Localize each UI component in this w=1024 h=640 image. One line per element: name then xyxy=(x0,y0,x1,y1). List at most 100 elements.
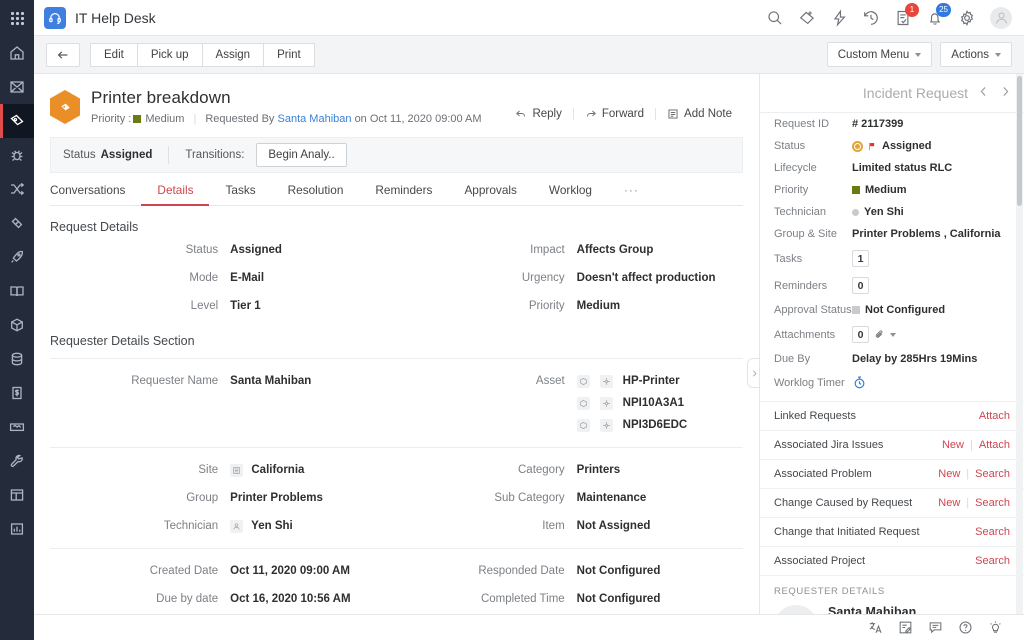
field-value: Santa Mahiban xyxy=(230,373,311,389)
link-actions: New | Attach xyxy=(942,439,1010,451)
sidebar-item-contracts[interactable] xyxy=(0,410,34,444)
print-button[interactable]: Print xyxy=(264,43,315,67)
panel-collapse-handle[interactable] xyxy=(747,358,760,388)
reply-button[interactable]: Reply xyxy=(504,108,572,120)
aside-scrollbar[interactable] xyxy=(1016,74,1023,640)
sidebar-item-reports[interactable] xyxy=(0,512,34,546)
history-icon[interactable] xyxy=(862,9,880,27)
field-value: Maintenance xyxy=(577,490,647,506)
chat-icon[interactable] xyxy=(920,615,950,640)
diamond-plus-icon[interactable] xyxy=(798,9,816,27)
aside-link-associated-project: Associated Project Search xyxy=(760,546,1024,575)
box-icon xyxy=(577,419,590,432)
aside-field-status: Status Assigned xyxy=(760,135,1024,157)
field-status: Status Assigned xyxy=(50,236,397,264)
tasks-count[interactable]: 1 xyxy=(852,250,869,267)
chevron-right-icon xyxy=(999,85,1012,98)
search-link[interactable]: Search xyxy=(975,497,1010,509)
search-link[interactable]: Search xyxy=(975,555,1010,567)
sidebar-item-problems[interactable] xyxy=(0,138,34,172)
tab-more-overflow[interactable]: ··· xyxy=(608,174,655,206)
ticket-icon xyxy=(9,113,25,129)
asset-item[interactable]: NPI10A3A1 xyxy=(577,395,688,411)
chevron-down-icon[interactable] xyxy=(890,333,896,337)
notification-bell-icon[interactable]: 25 xyxy=(926,9,944,27)
new-link[interactable]: New xyxy=(938,468,960,480)
back-button[interactable] xyxy=(46,43,80,67)
edit-button[interactable]: Edit xyxy=(90,43,138,67)
book-icon xyxy=(9,283,25,299)
search-icon[interactable] xyxy=(766,9,784,27)
toolbar-right-group: Custom Menu Actions xyxy=(827,42,1012,67)
tab-worklog[interactable]: Worklog xyxy=(533,174,608,206)
search-link[interactable]: Search xyxy=(975,526,1010,538)
field-label: Completed Time xyxy=(397,591,577,607)
sidebar-item-changes[interactable] xyxy=(0,172,34,206)
requester-right-3: Responded Date Not Configured Completed … xyxy=(397,557,744,612)
tab-details[interactable]: Details xyxy=(141,174,209,206)
help-icon[interactable] xyxy=(950,615,980,640)
sidebar-item-projects[interactable] xyxy=(0,240,34,274)
sidebar-item-setup[interactable] xyxy=(0,444,34,478)
presence-dot-icon xyxy=(852,209,859,216)
field-label: Responded Date xyxy=(397,563,577,579)
prev-request-button[interactable] xyxy=(977,85,990,101)
field-label: Sub Category xyxy=(397,490,577,506)
tab-conversations[interactable]: Conversations xyxy=(50,174,141,206)
content-column: IT Help Desk 1 xyxy=(34,0,1024,640)
forward-button[interactable]: Forward xyxy=(573,108,655,120)
tasks-icon[interactable]: 1 xyxy=(894,9,912,27)
flash-icon[interactable] xyxy=(830,9,848,27)
header-icon-group: 1 25 xyxy=(766,7,1024,29)
building-icon xyxy=(230,464,243,477)
field-value: # 2117399 xyxy=(852,118,903,130)
requester-left-3: Created Date Oct 11, 2020 09:00 AM Due b… xyxy=(50,557,397,612)
apps-grid-button[interactable] xyxy=(0,0,34,36)
begin-analysis-button[interactable]: Begin Analy.. xyxy=(256,143,346,167)
translate-icon[interactable] xyxy=(860,615,890,640)
add-note-button[interactable]: Add Note xyxy=(655,108,743,120)
tab-resolution[interactable]: Resolution xyxy=(272,174,360,206)
settings-gear-icon[interactable] xyxy=(958,9,976,27)
requester-link[interactable]: Santa Mahiban xyxy=(278,113,352,125)
paperclip-icon[interactable] xyxy=(874,329,885,340)
field-label: Request ID xyxy=(774,118,852,130)
note-icon xyxy=(667,108,679,120)
sidebar-item-requests[interactable] xyxy=(0,70,34,104)
sidebar-item-releases[interactable] xyxy=(0,206,34,240)
pickup-button[interactable]: Pick up xyxy=(138,43,203,67)
field-value: Not Configured xyxy=(865,304,945,316)
priority-color-swatch xyxy=(133,115,141,123)
attachments-count[interactable]: 0 xyxy=(852,326,869,343)
asset-item[interactable]: NPI3D6EDC xyxy=(577,417,688,433)
custom-menu-dropdown[interactable]: Custom Menu xyxy=(827,42,933,67)
sidebar-item-purchase[interactable] xyxy=(0,376,34,410)
edit-note-icon[interactable] xyxy=(890,615,920,640)
idea-bulb-icon[interactable] xyxy=(980,615,1010,640)
reminders-count[interactable]: 0 xyxy=(852,277,869,294)
tab-approvals[interactable]: Approvals xyxy=(448,174,532,206)
sidebar-item-tickets[interactable] xyxy=(0,104,34,138)
assign-button[interactable]: Assign xyxy=(203,43,265,67)
new-link[interactable]: New xyxy=(938,497,960,509)
new-link[interactable]: New xyxy=(942,439,964,451)
attach-link[interactable]: Attach xyxy=(979,439,1010,451)
sidebar-item-solutions[interactable] xyxy=(0,274,34,308)
attach-link[interactable]: Attach xyxy=(979,410,1010,422)
tab-reminders[interactable]: Reminders xyxy=(359,174,448,206)
field-sub-category: Sub Category Maintenance xyxy=(397,484,744,512)
sidebar-item-home[interactable] xyxy=(0,36,34,70)
sidebar-item-dashboard[interactable] xyxy=(0,478,34,512)
link-label: Associated Jira Issues xyxy=(774,439,883,451)
actions-dropdown[interactable]: Actions xyxy=(940,42,1012,67)
stopwatch-icon[interactable] xyxy=(852,375,867,390)
user-avatar-icon[interactable] xyxy=(990,7,1012,29)
next-request-button[interactable] xyxy=(999,85,1012,101)
sidebar-item-cmdb[interactable] xyxy=(0,342,34,376)
toolbar-button-group: Edit Pick up Assign Print xyxy=(90,43,315,67)
tab-tasks[interactable]: Tasks xyxy=(209,174,271,206)
search-link[interactable]: Search xyxy=(975,468,1010,480)
field-value: Assigned xyxy=(230,242,282,258)
sidebar-item-assets[interactable] xyxy=(0,308,34,342)
asset-item[interactable]: HP-Printer xyxy=(577,373,688,389)
